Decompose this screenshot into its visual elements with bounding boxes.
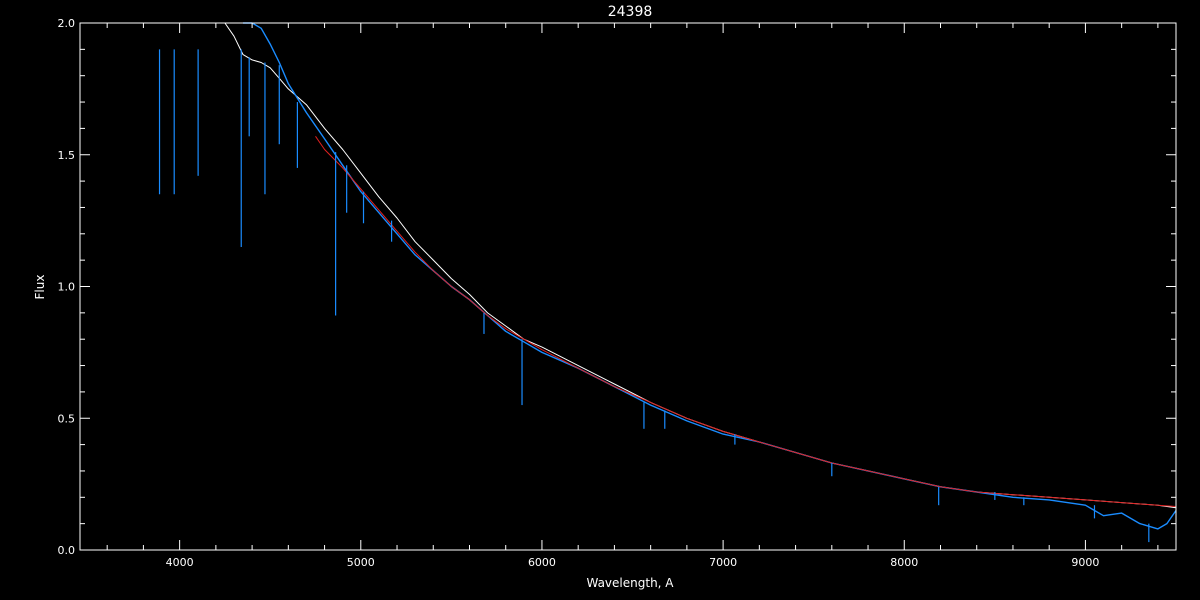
plot-frame xyxy=(79,22,1177,551)
observed-blue-spectrum xyxy=(243,22,1177,530)
x-tick-label: 7000 xyxy=(709,556,737,569)
y-tick-label: 1.5 xyxy=(58,149,76,162)
model-red-spectrum xyxy=(315,136,1177,507)
chart-title: 24398 xyxy=(608,4,653,20)
x-tick-label: 6000 xyxy=(528,556,556,569)
axis-ticks: 4000 5000 6000 7000 8000 9000 0.0 0.5 1.0 1.5 2.0 xyxy=(58,17,1176,569)
x-tick-label: 8000 xyxy=(890,556,918,569)
observed-white-spectrum xyxy=(224,22,1177,509)
y-axis-label: Flux xyxy=(33,275,47,300)
x-tick-label: 5000 xyxy=(347,556,375,569)
x-tick-label: 4000 xyxy=(166,556,194,569)
x-tick-label: 9000 xyxy=(1071,556,1099,569)
x-axis-label: Wavelength, A xyxy=(586,576,674,590)
y-tick-label: 0.5 xyxy=(58,412,76,425)
y-tick-label: 2.0 xyxy=(58,17,76,30)
spectrum-plot: 24398 4000 5000 6000 7000 8000 9000 0.0 0.5 1.0 1… xyxy=(0,0,1200,600)
y-tick-label: 1.0 xyxy=(58,281,76,294)
y-tick-label: 0.0 xyxy=(58,544,76,557)
plot-curves xyxy=(80,22,1177,551)
